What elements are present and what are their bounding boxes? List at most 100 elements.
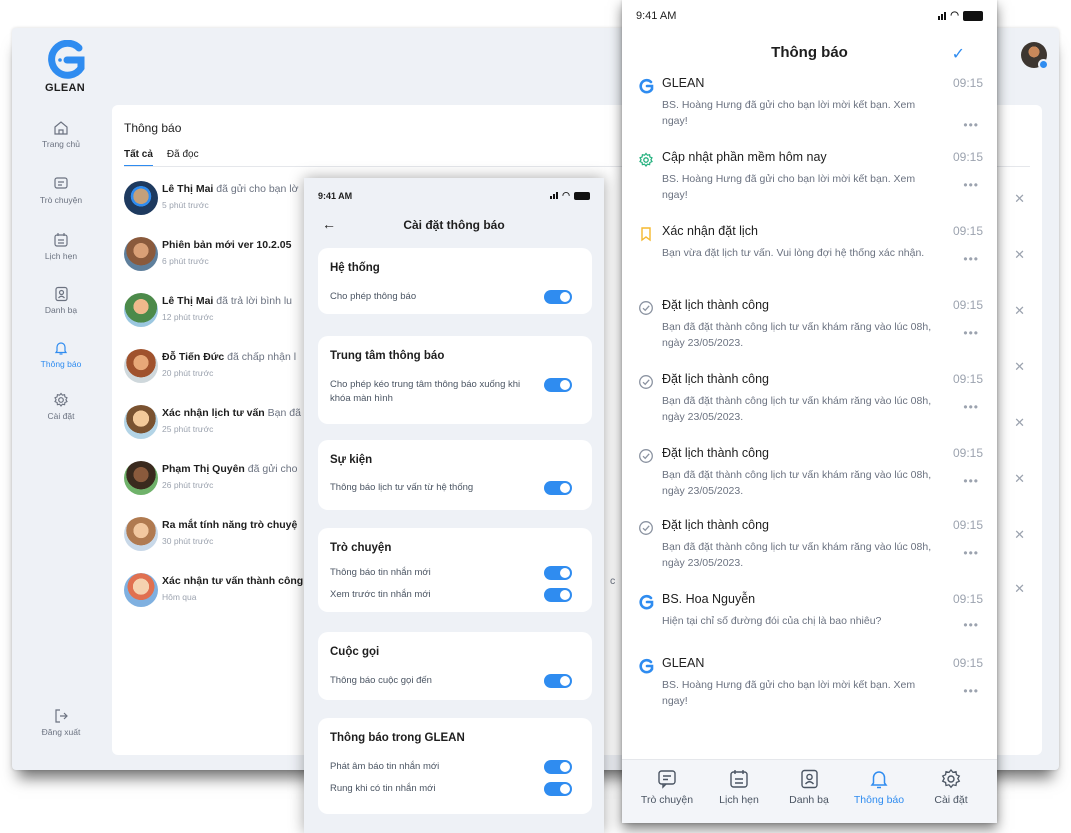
close-icon[interactable]: ✕	[1014, 527, 1025, 543]
status-time: 9:41 AM	[636, 10, 677, 22]
more-options-icon[interactable]: •••	[963, 684, 979, 698]
glean-logo-icon	[639, 78, 654, 94]
battery-icon	[963, 10, 983, 21]
close-icon[interactable]: ✕	[1014, 581, 1025, 597]
tab-label: Cài đặt	[934, 794, 968, 806]
notification-body: Bạn đã đặt thành công lịch tư vấn khám r…	[662, 321, 932, 349]
section-heading: Cuộc gọi	[330, 646, 380, 658]
sidebar-item-calendar[interactable]: Lịch hẹn	[12, 232, 110, 261]
sidebar-item-home[interactable]: Trang chủ	[12, 120, 110, 149]
toggle-switch[interactable]	[544, 674, 572, 688]
toggle-switch[interactable]	[544, 481, 572, 495]
sidebar-item-contacts[interactable]: Danh bạ	[12, 286, 110, 315]
tab-settings[interactable]: Cài đặt	[916, 768, 986, 806]
mark-all-read-icon[interactable]: ✓	[952, 44, 965, 64]
toggle-switch[interactable]	[544, 290, 572, 304]
contacts-icon	[55, 286, 68, 302]
tab-all[interactable]: Tất cả	[124, 149, 153, 167]
tab-label: Trò chuyện	[640, 794, 694, 806]
bell-icon	[870, 771, 888, 789]
home-icon	[54, 121, 68, 135]
sidebar-item-chat[interactable]: Trò chuyện	[12, 176, 110, 205]
tab-calendar[interactable]: Lịch hẹn	[704, 768, 774, 806]
setting-label: Phát âm báo tin nhắn mới	[330, 761, 440, 772]
settings-card-in-app: Thông báo trong GLEAN Phát âm báo tin nh…	[318, 718, 592, 814]
notification-body: BS. Hoàng Hưng đã gửi cho bạn lời mời kế…	[662, 99, 916, 127]
more-options-icon[interactable]: •••	[963, 474, 979, 488]
item-time: 5 phút trước	[162, 200, 209, 210]
more-options-icon[interactable]: •••	[963, 400, 979, 414]
logo-text: GLEAN	[45, 82, 85, 94]
notification-time: 09:15	[952, 518, 983, 532]
avatar	[124, 349, 158, 383]
notification-time: 09:15	[952, 76, 983, 90]
section-heading: Sự kiện	[330, 454, 373, 466]
sidebar-item-settings[interactable]: Cài đặt	[12, 392, 110, 421]
settings-card-events: Sự kiện Thông báo lịch tư vấn từ hệ thốn…	[318, 440, 592, 510]
item-title: Phạm Thị Quyên	[162, 463, 245, 475]
close-icon[interactable]: ✕	[1014, 303, 1025, 319]
bell-icon	[54, 342, 68, 355]
update-gear-icon	[639, 152, 653, 167]
settings-card-calls: Cuộc gọi Thông báo cuộc gọi đến	[318, 632, 592, 700]
signal-icon	[938, 11, 947, 20]
chat-icon	[658, 770, 676, 789]
close-icon[interactable]: ✕	[1014, 191, 1025, 207]
sidebar-item-label: Trò chuyện	[39, 195, 83, 205]
more-options-icon[interactable]: •••	[963, 326, 979, 340]
avatar	[124, 461, 158, 495]
notification-title: Đặt lịch thành công	[662, 372, 770, 386]
tab-label: Danh bạ	[789, 794, 829, 806]
close-icon[interactable]: ✕	[1014, 247, 1025, 263]
tab-read[interactable]: Đã đọc	[167, 149, 199, 167]
close-icon[interactable]: ✕	[1014, 415, 1025, 431]
toggle-switch[interactable]	[544, 566, 572, 580]
tab-chat[interactable]: Trò chuyện	[632, 768, 702, 806]
section-heading: Trò chuyện	[330, 542, 392, 554]
notification-body: Bạn đã đặt thành công lịch tư vấn khám r…	[662, 469, 932, 497]
more-options-icon[interactable]: •••	[963, 178, 979, 192]
sidebar-item-label: Lịch hẹn	[44, 251, 78, 261]
more-options-icon[interactable]: •••	[963, 546, 979, 560]
avatar	[124, 573, 158, 607]
item-title: Phiên bản mới ver 10.2.05	[162, 239, 292, 251]
avatar	[124, 405, 158, 439]
section-heading: Trung tâm thông báo	[330, 350, 445, 362]
notification-time: 09:15	[952, 656, 983, 670]
status-time: 9:41 AM	[318, 191, 353, 201]
tab-contacts[interactable]: Danh bạ	[774, 768, 844, 806]
more-options-icon[interactable]: •••	[963, 118, 979, 132]
more-options-icon[interactable]: •••	[963, 252, 979, 266]
truncated-text: c	[610, 575, 616, 587]
status-bar: 9:41 AM ◠	[304, 178, 604, 214]
notification-title: GLEAN	[662, 76, 705, 90]
notification-body: Hiện tại chỉ số đường đói của chị là bao…	[662, 615, 882, 627]
toggle-switch[interactable]	[544, 760, 572, 774]
glean-logo-icon	[639, 658, 654, 674]
toggle-switch[interactable]	[544, 378, 572, 392]
check-circle-icon	[639, 449, 653, 463]
toggle-switch[interactable]	[544, 782, 572, 796]
notification-time: 09:15	[952, 372, 983, 386]
more-options-icon[interactable]: •••	[963, 618, 979, 632]
setting-label: Rung khi có tin nhắn mới	[330, 783, 436, 794]
bottom-tab-bar: Trò chuyện Lịch hẹn Danh bạ Thông báo Cà…	[622, 759, 997, 823]
item-title: Ra mắt tính năng trò chuyệ	[162, 519, 298, 531]
close-icon[interactable]: ✕	[1014, 359, 1025, 375]
settings-header: ← Cài đặt thông báo	[304, 214, 604, 244]
close-icon[interactable]: ✕	[1014, 471, 1025, 487]
item-time: 26 phút trước	[162, 480, 214, 490]
avatar	[124, 237, 158, 271]
check-circle-icon	[639, 521, 653, 535]
tab-notifications[interactable]: Thông báo	[844, 768, 914, 806]
toggle-switch[interactable]	[544, 588, 572, 602]
notification-body: Bạn vừa đặt lịch tư vấn. Vui lòng đợi hệ…	[662, 247, 925, 259]
page-title: Cài đặt thông báo	[403, 218, 505, 232]
setting-label: Thông báo tin nhắn mới	[330, 567, 431, 578]
glean-logo[interactable]: GLEAN	[40, 40, 90, 94]
item-text: đã gửi cho bạn lờ	[213, 183, 299, 195]
setting-label: Cho phép thông báo	[330, 291, 417, 302]
sidebar-item-notifications[interactable]: Thông báo	[12, 340, 110, 369]
user-avatar[interactable]	[1021, 42, 1049, 70]
logout-button[interactable]: Đăng xuất	[12, 708, 110, 737]
